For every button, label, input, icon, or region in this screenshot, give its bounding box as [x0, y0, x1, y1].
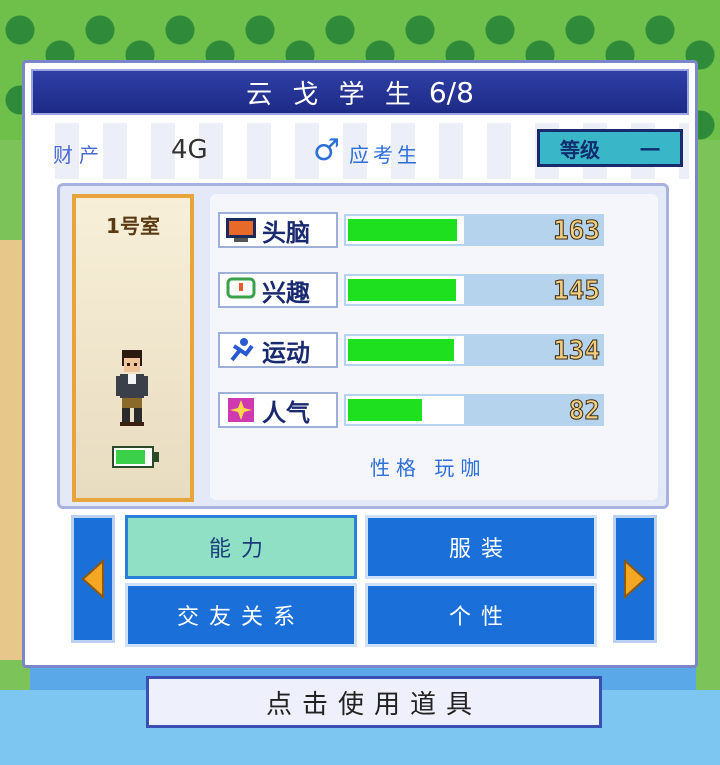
room-label: 1号室 [106, 214, 160, 238]
role-label: 应考生 [349, 143, 421, 167]
stat-value-brain: 163 [553, 216, 601, 247]
stat-row-popularity: 人气 82 [218, 392, 604, 428]
tabs-area: 能力 服装 交友关系 个性 [57, 511, 669, 651]
stat-track-interest: 145 [344, 274, 604, 307]
stat-label-brain: 头脑 [218, 212, 338, 248]
tab-personality[interactable]: 个性 [365, 583, 597, 647]
stat-row-brain: 头脑 163 [218, 212, 604, 248]
stat-value-sports: 134 [553, 336, 601, 367]
asset-label: 财产 [53, 143, 105, 167]
stat-label-sports: 运动 [218, 332, 338, 368]
room-card[interactable]: 1号室 [72, 194, 194, 502]
stat-fill-brain [348, 219, 457, 241]
student-detail-box: 1号室 头脑 163 兴趣 145 运动 134 人气 82 性格 玩咖 [57, 183, 669, 509]
use-item-button[interactable]: 点击使用道具 [146, 676, 602, 728]
stat-track-popularity: 82 [344, 394, 604, 427]
info-row: 财产 4G ♂ 应考生 等级 一 [31, 123, 689, 179]
student-name: 云 戈 学 生 [246, 79, 417, 110]
stats-area: 头脑 163 兴趣 145 运动 134 人气 82 性格 玩咖 [210, 194, 658, 500]
battery-icon [112, 446, 159, 468]
personality-label: 性格 玩咖 [370, 456, 487, 480]
stat-row-interest: 兴趣 145 [218, 272, 604, 308]
asset-value: 4G [171, 135, 208, 165]
stat-fill-interest [348, 279, 456, 301]
student-info-panel: 云 戈 学 生 6/8 财产 4G ♂ 应考生 等级 一 1号室 头脑 163 … [22, 60, 698, 668]
running-icon [230, 338, 254, 362]
male-symbol-icon: ♂ [313, 133, 340, 168]
brain-monitor-icon [226, 218, 256, 242]
right-arrow-icon [624, 559, 647, 599]
tab-clothing[interactable]: 服装 [365, 515, 597, 579]
stat-track-sports: 134 [344, 334, 604, 367]
sparkle-icon [228, 398, 254, 422]
speech-bubble-icon [226, 277, 256, 299]
grass-background-right [696, 140, 720, 700]
student-count: 6/8 [428, 75, 474, 109]
stat-value-popularity: 82 [568, 396, 600, 427]
tab-ability[interactable]: 能力 [125, 515, 357, 579]
next-student-button[interactable] [613, 515, 657, 643]
left-arrow-icon [81, 559, 104, 599]
stat-row-sports: 运动 134 [218, 332, 604, 368]
previous-student-button[interactable] [71, 515, 115, 643]
title-bar: 云 戈 学 生 6/8 [31, 69, 689, 115]
stat-value-interest: 145 [553, 276, 601, 307]
stat-track-brain: 163 [344, 214, 604, 247]
grade-badge: 等级 一 [537, 129, 683, 167]
grade-value: 一 [640, 137, 660, 162]
stat-fill-sports [348, 339, 454, 361]
stat-label-popularity: 人气 [218, 392, 338, 428]
student-sprite-icon [116, 350, 148, 426]
tab-friends[interactable]: 交友关系 [125, 583, 357, 647]
stat-label-interest: 兴趣 [218, 272, 338, 308]
grade-label: 等级 [560, 137, 600, 162]
stat-fill-popularity [348, 399, 422, 421]
